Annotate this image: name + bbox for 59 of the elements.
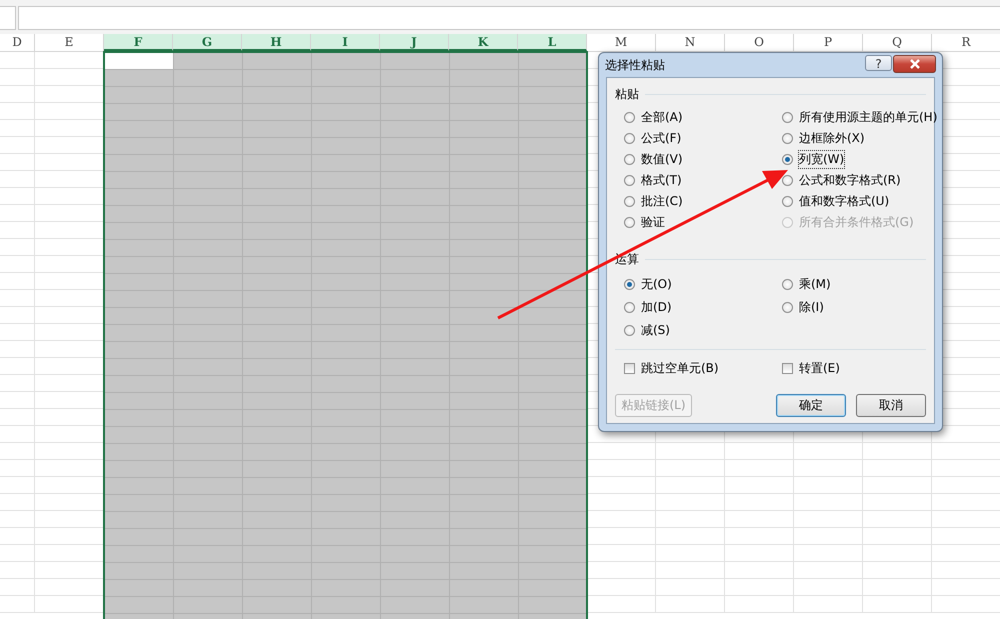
column-header[interactable]: L (518, 34, 587, 51)
radio-button[interactable] (624, 325, 635, 336)
close-button[interactable] (893, 55, 936, 73)
option-label: 所有使用源主题的单元(H) (799, 109, 938, 126)
checkbox[interactable] (782, 363, 793, 374)
radio-button[interactable] (624, 217, 635, 228)
column-header[interactable]: P (794, 34, 863, 51)
radio-button[interactable] (782, 302, 793, 313)
window-title: 选择性粘贴 (605, 57, 665, 74)
checkbox-label: 转置(E) (799, 360, 840, 377)
radio-button[interactable] (782, 154, 793, 165)
option-label: 格式(T) (641, 172, 682, 189)
option-label: 公式和数字格式(R) (799, 172, 901, 189)
checkbox-label: 跳过空单元(B) (641, 360, 719, 377)
column-header[interactable]: N (656, 34, 725, 51)
column-header[interactable]: K (449, 34, 518, 51)
column-header[interactable]: H (242, 34, 311, 51)
active-cell (105, 53, 173, 69)
radio-button[interactable] (624, 302, 635, 313)
option-label: 数值(V) (641, 151, 683, 168)
radio-button[interactable] (782, 112, 793, 123)
option-label: 加(D) (641, 299, 672, 316)
dialog-button[interactable]: 取消 (856, 394, 926, 417)
radio-button[interactable] (782, 196, 793, 207)
option-label: 公式(F) (641, 130, 682, 147)
column-header[interactable]: J (380, 34, 449, 51)
column-header[interactable]: G (173, 34, 242, 51)
option-label: 除(I) (799, 299, 824, 316)
radio-button[interactable] (624, 175, 635, 186)
column-header[interactable]: D (0, 34, 35, 51)
radio-button[interactable] (624, 279, 635, 290)
option-label: 所有合并条件格式(G) (799, 214, 914, 231)
column-header[interactable]: O (725, 34, 794, 51)
option-label: 边框除外(X) (799, 130, 865, 147)
radio-button[interactable] (782, 133, 793, 144)
option-label: 乘(M) (799, 276, 831, 293)
option-label: 列宽(W) (799, 151, 844, 168)
option-label: 值和数字格式(U) (799, 193, 890, 210)
radio-button[interactable] (782, 175, 793, 186)
radio-button[interactable] (624, 133, 635, 144)
option-label: 验证 (641, 214, 665, 231)
checkbox[interactable] (624, 363, 635, 374)
column-header[interactable]: I (311, 34, 380, 51)
help-button[interactable]: ? (865, 55, 892, 71)
close-icon (908, 59, 920, 69)
column-header[interactable]: F (104, 34, 173, 51)
radio-button[interactable] (624, 154, 635, 165)
dialog-button[interactable]: 确定 (776, 394, 846, 417)
radio-button[interactable] (624, 196, 635, 207)
option-label: 无(O) (641, 276, 672, 293)
formula-bar[interactable] (18, 6, 1000, 30)
option-label: 减(S) (641, 322, 670, 339)
column-header[interactable]: R (932, 34, 1000, 51)
option-label: 批注(C) (641, 193, 683, 210)
section-title: 粘贴 (615, 86, 639, 103)
column-header[interactable]: Q (863, 34, 932, 51)
radio-button[interactable] (624, 112, 635, 123)
option-label: 全部(A) (641, 109, 683, 126)
radio-button[interactable] (782, 279, 793, 290)
